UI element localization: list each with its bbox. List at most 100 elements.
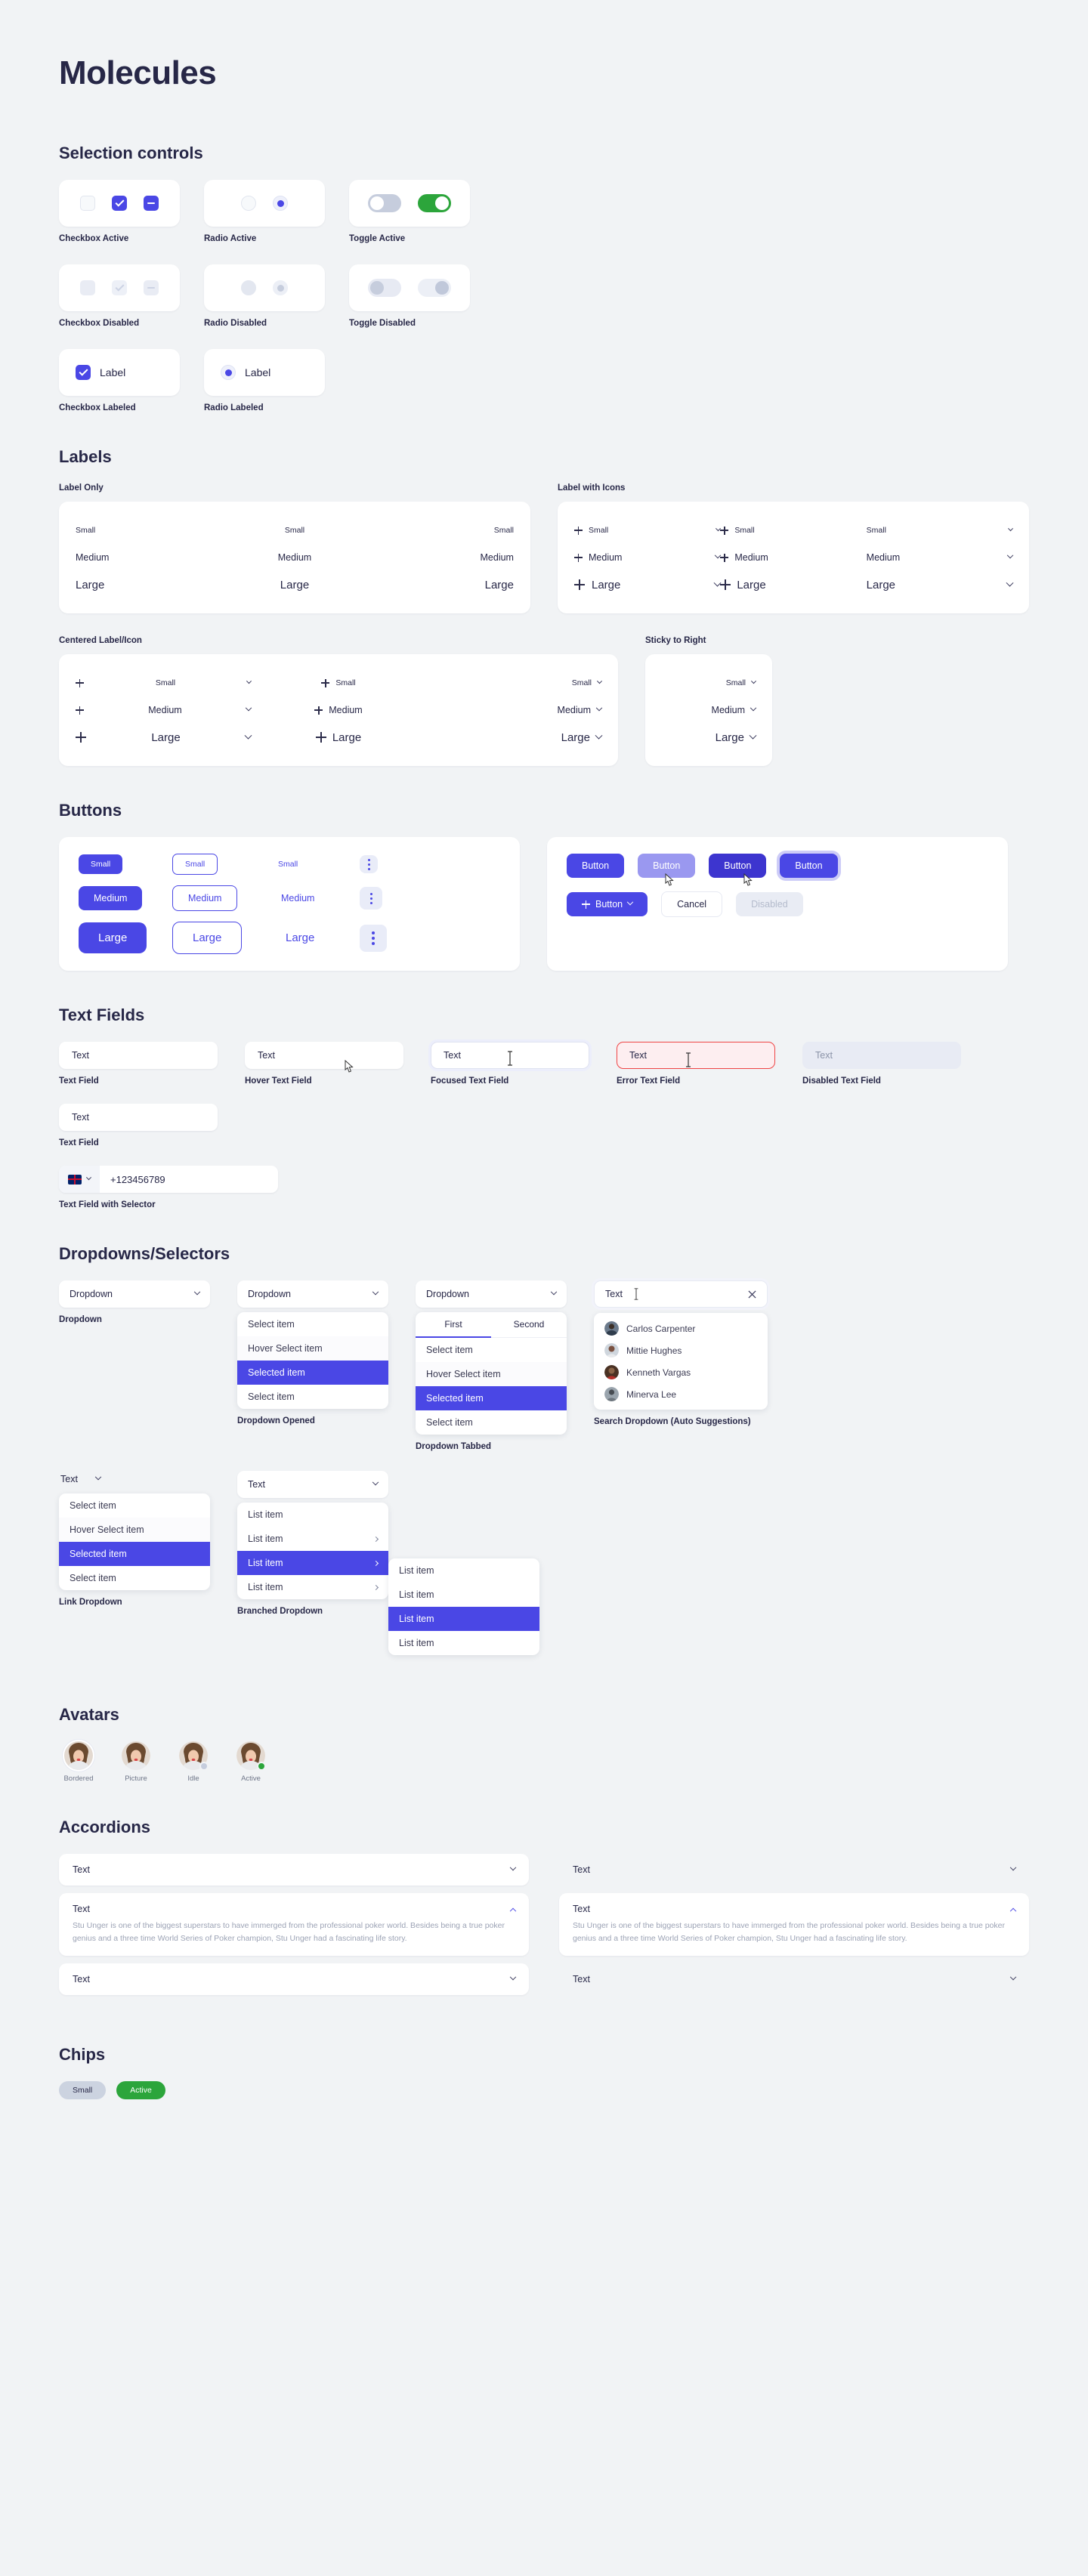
kebab-menu-icon[interactable] (360, 855, 378, 873)
label-cell-plus-chevron[interactable]: Medium (76, 697, 252, 724)
suggestion-item[interactable]: Minerva Lee (594, 1383, 768, 1405)
accordion-header[interactable]: Text (73, 1864, 517, 1875)
text-field-error[interactable]: Text (617, 1042, 775, 1069)
label-cell-right[interactable]: Large (368, 571, 514, 598)
label-cell-center[interactable]: Medium (221, 544, 367, 571)
submenu-item[interactable]: List item (388, 1583, 539, 1607)
radio-unchecked-icon[interactable] (241, 196, 256, 211)
button-ghost-medium[interactable]: Medium (266, 886, 329, 910)
checkbox-labeled-box[interactable]: Label (59, 349, 180, 396)
button-primary-small[interactable]: Small (79, 854, 123, 874)
dropdown-item-selected[interactable]: Selected item (237, 1361, 388, 1385)
label-cell-plus-only[interactable]: Large (720, 571, 866, 598)
label-cell-left[interactable]: Small (76, 517, 221, 544)
label-cell-right[interactable]: Small (368, 517, 514, 544)
text-field-default[interactable]: Text (59, 1042, 218, 1069)
label-cell-chevron-only[interactable]: Large (426, 724, 603, 751)
dropdown-item[interactable]: Select item (237, 1385, 388, 1409)
phone-number-input[interactable]: +123456789 (100, 1174, 176, 1185)
text-field-second[interactable]: Text (59, 1104, 218, 1131)
suggestion-item[interactable]: Carlos Carpenter (594, 1317, 768, 1339)
label-cell-right[interactable]: Medium (662, 697, 757, 724)
country-selector[interactable] (59, 1166, 100, 1193)
avatar-picture[interactable] (122, 1741, 150, 1770)
dropdown-item[interactable]: Select item (237, 1312, 388, 1336)
label-cell-plus-only[interactable]: Medium (251, 697, 426, 724)
accordion-collapsed[interactable]: Text (559, 1854, 1029, 1886)
button-outline-medium[interactable]: Medium (172, 885, 238, 911)
dropdown-item[interactable]: Select item (416, 1410, 567, 1435)
link-dropdown-trigger[interactable]: Text (59, 1471, 210, 1487)
radio-checked-icon[interactable] (273, 196, 288, 211)
button-ghost-large[interactable]: Large (266, 922, 334, 953)
button-default[interactable]: Button (567, 854, 625, 878)
submenu-item[interactable]: List item (388, 1558, 539, 1583)
dropdown-item-hover[interactable]: Hover Select item (237, 1336, 388, 1361)
label-cell-right[interactable]: Large (662, 724, 757, 751)
phone-field[interactable]: +123456789 (59, 1166, 278, 1193)
dropdown-item-hover[interactable]: Hover Select item (59, 1518, 210, 1542)
branched-item-selected[interactable]: List item (237, 1551, 388, 1575)
checkbox-unchecked-icon[interactable] (80, 196, 95, 211)
dropdown-item-selected[interactable]: Selected item (416, 1386, 567, 1410)
label-cell-center[interactable]: Large (221, 571, 367, 598)
accordion-collapsed[interactable]: Text (59, 1963, 529, 1995)
label-cell-chevron-only[interactable]: Medium (867, 544, 1014, 571)
label-cell-right[interactable]: Medium (368, 544, 514, 571)
label-cell-plus-chevron[interactable]: Large (76, 724, 252, 751)
label-cell-chevron-only[interactable]: Medium (426, 697, 603, 724)
dropdown-tabbed-trigger[interactable]: Dropdown (416, 1280, 567, 1308)
dropdown-item-selected[interactable]: Selected item (59, 1542, 210, 1566)
checkbox-checked-icon[interactable] (112, 196, 127, 211)
accordion-header[interactable]: Text (573, 1864, 1017, 1875)
label-cell-plus-only[interactable]: Small (720, 517, 866, 544)
accordion-expanded[interactable]: Text Stu Unger is one of the biggest sup… (559, 1893, 1029, 1956)
dropdown-plain-trigger[interactable]: Dropdown (59, 1280, 210, 1308)
button-focus[interactable]: Button (780, 854, 838, 878)
accordion-header[interactable]: Text (573, 1973, 1017, 1985)
button-primary-medium[interactable]: Medium (79, 886, 143, 910)
accordion-expanded[interactable]: Text Stu Unger is one of the biggest sup… (59, 1893, 529, 1956)
close-icon[interactable] (748, 1290, 756, 1299)
button-pressed[interactable]: Button (709, 854, 767, 878)
accordion-header[interactable]: Text (573, 1904, 1017, 1915)
dropdown-item[interactable]: Select item (59, 1566, 210, 1590)
branched-item[interactable]: List item (237, 1503, 388, 1527)
branched-dropdown-trigger[interactable]: Text (237, 1471, 388, 1498)
chip-active[interactable]: Active (116, 2081, 165, 2099)
label-cell-left[interactable]: Large (76, 571, 221, 598)
radio-checked-icon[interactable] (221, 365, 236, 380)
label-cell-chevron-only[interactable]: Small (426, 669, 603, 697)
checkbox-indeterminate-icon[interactable] (144, 196, 159, 211)
tab-second[interactable]: Second (491, 1312, 567, 1338)
branched-item[interactable]: List item (237, 1575, 388, 1599)
dropdown-item-hover[interactable]: Hover Select item (416, 1362, 567, 1386)
avatar-idle[interactable] (179, 1741, 209, 1771)
cancel-button[interactable]: Cancel (661, 891, 723, 917)
submenu-item-selected[interactable]: List item (388, 1607, 539, 1631)
label-cell-left[interactable]: Medium (76, 544, 221, 571)
button-ghost-small[interactable]: Small (266, 854, 310, 874)
label-cell-right[interactable]: Small (662, 669, 757, 697)
toggle-on-icon[interactable] (418, 194, 451, 212)
label-cell-plus-chevron[interactable]: Small (574, 517, 722, 544)
label-cell-plus-chevron[interactable]: Medium (574, 544, 722, 571)
suggestion-item[interactable]: Kenneth Vargas (594, 1361, 768, 1383)
chip-default[interactable]: Small (59, 2081, 107, 2099)
radio-labeled-box[interactable]: Label (204, 349, 325, 396)
dropdown-item[interactable]: Select item (416, 1338, 567, 1362)
branched-item[interactable]: List item (237, 1527, 388, 1551)
accordion-collapsed[interactable]: Text (59, 1854, 529, 1886)
avatar-bordered[interactable] (64, 1741, 93, 1770)
label-cell-chevron-only[interactable]: Large (867, 571, 1014, 598)
tab-first[interactable]: First (416, 1312, 491, 1338)
dropdown-item[interactable]: Select item (59, 1493, 210, 1518)
submenu-item[interactable]: List item (388, 1631, 539, 1655)
label-cell-plus-only[interactable]: Medium (720, 544, 866, 571)
label-cell-plus-chevron[interactable]: Large (574, 571, 722, 598)
accordion-collapsed[interactable]: Text (559, 1963, 1029, 1995)
label-cell-plus-only[interactable]: Small (251, 669, 426, 697)
toggle-off-icon[interactable] (368, 194, 401, 212)
avatar-active[interactable] (236, 1741, 266, 1771)
checkbox-checked-icon[interactable] (76, 365, 91, 380)
